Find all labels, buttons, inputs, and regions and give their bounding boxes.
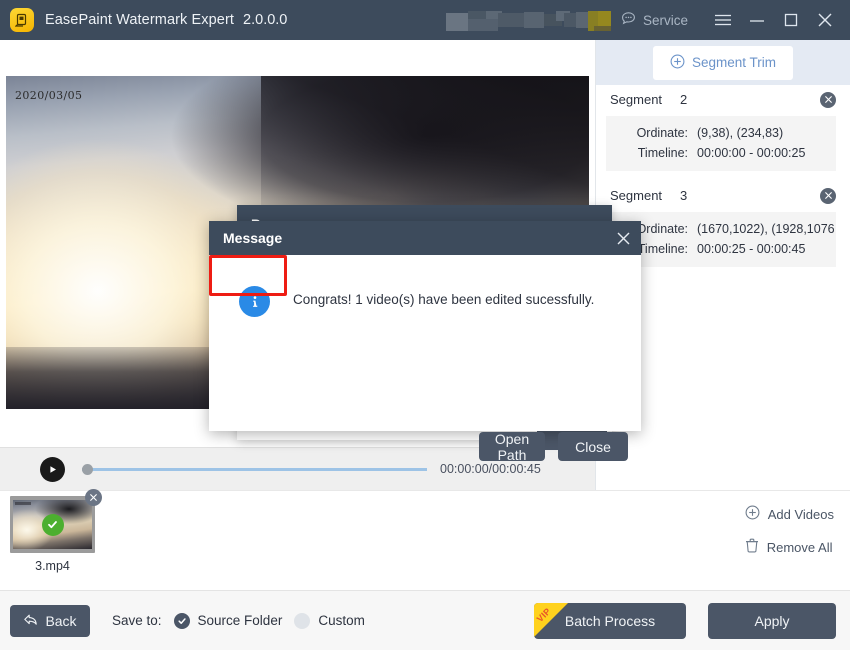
- play-icon[interactable]: [40, 456, 65, 482]
- message-dialog-body: Congrats! 1 video(s) have been edited su…: [209, 255, 641, 463]
- plus-circle-icon: [745, 505, 760, 523]
- thumbnail-date-overlay: [15, 502, 31, 505]
- app-logo-icon: [10, 8, 34, 32]
- apply-label: Apply: [754, 612, 790, 629]
- service-button[interactable]: Service: [621, 11, 688, 29]
- playback-track: [82, 468, 427, 471]
- message-dialog-text: Congrats! 1 video(s) have been edited su…: [293, 292, 595, 307]
- apply-button[interactable]: Apply: [708, 602, 836, 639]
- message-dialog: Message Congrats! 1 video(s) have been e…: [209, 221, 641, 463]
- playback-thumb[interactable]: [82, 464, 93, 475]
- segment-timeline-value: 00:00:25 - 00:00:45: [697, 242, 806, 256]
- tray-actions: Add Videos Remove All: [745, 505, 834, 556]
- maximize-icon[interactable]: [774, 0, 808, 40]
- trash-icon: [745, 538, 759, 556]
- back-button[interactable]: Back: [10, 604, 90, 637]
- video-thumbnail-image: [13, 500, 92, 549]
- radio-unchecked-icon: [294, 612, 311, 629]
- remove-all-button[interactable]: Remove All: [745, 538, 833, 556]
- segment-remove-icon[interactable]: [820, 187, 836, 204]
- plus-circle-icon: [670, 54, 685, 72]
- segment-timeline-key: Timeline:: [637, 146, 688, 160]
- close-dialog-button[interactable]: Close: [558, 432, 628, 461]
- video-file-name: 3.mp4: [35, 559, 70, 573]
- add-videos-button[interactable]: Add Videos: [745, 505, 834, 523]
- bottom-toolbar: Back Save to: Source Folder Custom VIP B…: [0, 590, 850, 650]
- add-videos-label: Add Videos: [767, 506, 834, 522]
- segment-number: 2: [680, 92, 688, 107]
- close-icon[interactable]: [616, 231, 631, 246]
- batch-process-label: Batch Process: [564, 612, 656, 629]
- remove-video-icon[interactable]: [85, 489, 102, 506]
- segment-row-header: Segment 2: [596, 85, 850, 114]
- radio-custom-label: Custom: [318, 613, 365, 628]
- video-thumbnail[interactable]: [10, 489, 102, 553]
- segment-timeline-line: Timeline: 00:00:00 - 00:00:25: [606, 143, 836, 163]
- segment-ordinate-value: (1670,1022), (1928,1076: [697, 222, 835, 236]
- playback-time-label: 00:00:00/00:00:45: [440, 462, 541, 476]
- message-dialog-title-bar: Message: [209, 221, 641, 255]
- segment-number: 3: [680, 188, 688, 203]
- segment-ordinate-value: (9,38), (234,83): [697, 126, 784, 140]
- radio-source-folder[interactable]: Source Folder: [173, 612, 283, 629]
- redacted-account-info: [445, 9, 611, 31]
- remove-all-label: Remove All: [766, 539, 833, 555]
- info-icon: [239, 286, 270, 317]
- message-dialog-title: Message: [223, 230, 283, 246]
- application-window: EasePaint Watermark Expert 2.0.0.0 Servi…: [0, 0, 850, 650]
- open-path-label: Open Path: [494, 430, 530, 463]
- segment-trim-label: Segment Trim: [691, 55, 777, 70]
- segment-timeline-value: 00:00:00 - 00:00:25: [697, 146, 806, 160]
- video-date-overlay: 2020/03/05: [15, 89, 83, 102]
- segment-remove-icon[interactable]: [820, 91, 836, 108]
- segment-trim-button[interactable]: Segment Trim: [652, 45, 794, 80]
- segment-ordinate-key: Ordinate:: [636, 126, 688, 140]
- segment-ordinate-line: Ordinate: (9,38), (234,83): [606, 123, 836, 143]
- playback-slider[interactable]: [82, 461, 427, 477]
- radio-checked-icon: [173, 612, 190, 629]
- save-to-label: Save to:: [112, 613, 162, 628]
- chat-bubble-icon: [621, 11, 636, 29]
- batch-process-button[interactable]: VIP Batch Process: [534, 602, 686, 639]
- success-check-icon: [41, 513, 64, 536]
- close-icon[interactable]: [808, 0, 842, 40]
- back-label: Back: [45, 612, 77, 629]
- radio-source-folder-label: Source Folder: [197, 613, 283, 628]
- segment-label: Segment: [610, 92, 663, 107]
- title-bar: EasePaint Watermark Expert 2.0.0.0 Servi…: [0, 0, 850, 40]
- app-title: EasePaint Watermark Expert: [45, 12, 235, 28]
- list-item[interactable]: 3.mp4: [10, 489, 106, 573]
- segment-trim-toolbar: Segment Trim: [596, 40, 850, 85]
- app-version: 2.0.0.0: [243, 12, 288, 28]
- open-path-button[interactable]: Open Path: [479, 430, 545, 463]
- radio-custom[interactable]: Custom: [294, 612, 365, 629]
- file-tray: 3.mp4 Add Videos Remove All: [0, 489, 850, 590]
- close-dialog-label: Close: [575, 438, 611, 455]
- segment-label: Segment: [610, 188, 663, 203]
- segment-details: Ordinate: (9,38), (234,83) Timeline: 00:…: [606, 116, 836, 171]
- back-arrow-icon: [23, 613, 38, 629]
- hamburger-menu-icon[interactable]: [706, 0, 740, 40]
- segment-row-header: Segment 3: [596, 181, 850, 210]
- service-label: Service: [642, 12, 688, 28]
- minimize-icon[interactable]: [740, 0, 774, 40]
